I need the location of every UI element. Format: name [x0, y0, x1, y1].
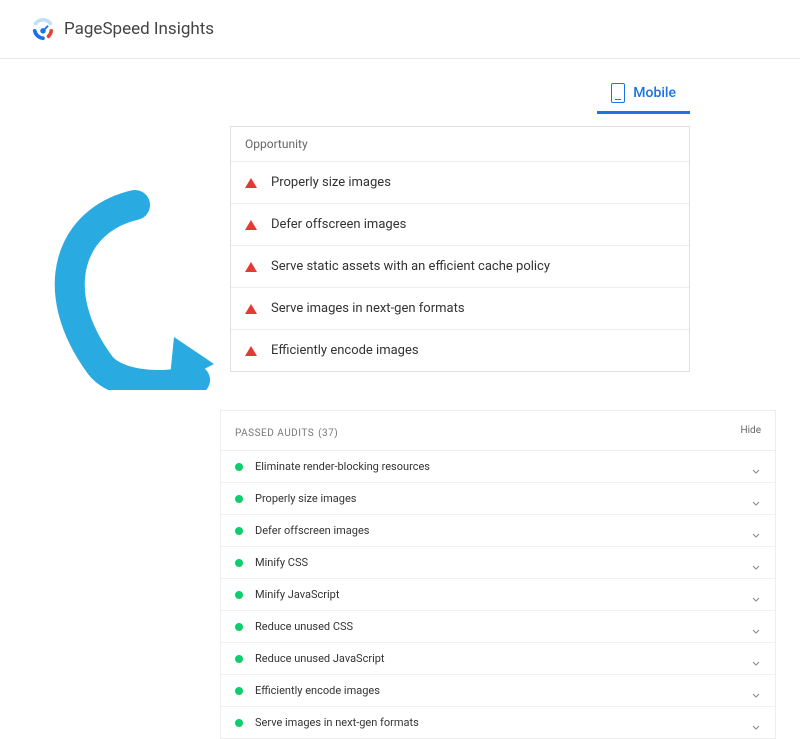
chevron-down-icon — [751, 654, 761, 664]
opportunity-label: Defer offscreen images — [271, 217, 406, 232]
passed-audits-title: PASSED AUDITS — [235, 428, 314, 439]
check-icon — [235, 687, 243, 695]
check-icon — [235, 623, 243, 631]
check-icon — [235, 463, 243, 471]
passed-audit-label: Minify CSS — [255, 556, 751, 569]
passed-audit-item[interactable]: Efficiently encode images — [221, 675, 775, 707]
page-title: PageSpeed Insights — [64, 19, 214, 39]
chevron-down-icon — [751, 590, 761, 600]
opportunity-item[interactable]: Properly size images — [231, 161, 689, 203]
passed-audit-item[interactable]: Reduce unused CSS — [221, 611, 775, 643]
passed-audit-item[interactable]: Minify CSS — [221, 547, 775, 579]
opportunity-item[interactable]: Defer offscreen images — [231, 203, 689, 245]
arrow-illustration-icon — [40, 190, 230, 390]
tab-row: Mobile — [0, 75, 800, 114]
opportunity-label: Serve static assets with an efficient ca… — [271, 259, 550, 274]
opportunity-item[interactable]: Serve static assets with an efficient ca… — [231, 245, 689, 287]
passed-audit-item[interactable]: Properly size images — [221, 483, 775, 515]
opportunity-label: Serve images in next-gen formats — [271, 301, 465, 316]
passed-audits-header: PASSED AUDITS (37) Hide — [221, 411, 775, 451]
warning-icon — [245, 304, 257, 314]
passed-audits-count: (37) — [318, 428, 338, 439]
pagespeed-logo-icon — [32, 18, 54, 40]
warning-icon — [245, 262, 257, 272]
opportunity-heading: Opportunity — [231, 127, 689, 161]
check-icon — [235, 495, 243, 503]
check-icon — [235, 655, 243, 663]
chevron-down-icon — [751, 718, 761, 728]
warning-icon — [245, 220, 257, 230]
hide-button[interactable]: Hide — [740, 425, 761, 436]
chevron-down-icon — [751, 462, 761, 472]
warning-icon — [245, 346, 257, 356]
opportunity-label: Properly size images — [271, 175, 391, 190]
warning-icon — [245, 178, 257, 188]
passed-audit-label: Eliminate render-blocking resources — [255, 460, 751, 473]
opportunity-panel: Opportunity Properly size images Defer o… — [230, 126, 690, 372]
check-icon — [235, 527, 243, 535]
check-icon — [235, 719, 243, 727]
passed-audit-item[interactable]: Eliminate render-blocking resources — [221, 451, 775, 483]
passed-audit-item[interactable]: Reduce unused JavaScript — [221, 643, 775, 675]
passed-audit-item[interactable]: Serve images in next-gen formats — [221, 707, 775, 738]
passed-audit-label: Efficiently encode images — [255, 684, 751, 697]
passed-audits-list: Eliminate render-blocking resources Prop… — [221, 451, 775, 738]
passed-audit-label: Defer offscreen images — [255, 524, 751, 537]
passed-audit-label: Properly size images — [255, 492, 751, 505]
passed-audit-label: Minify JavaScript — [255, 588, 751, 601]
chevron-down-icon — [751, 686, 761, 696]
passed-audit-label: Reduce unused JavaScript — [255, 652, 751, 665]
passed-audits-panel: PASSED AUDITS (37) Hide Eliminate render… — [220, 410, 776, 739]
header: PageSpeed Insights — [0, 0, 800, 59]
tab-label: Mobile — [633, 85, 676, 101]
passed-audit-item[interactable]: Defer offscreen images — [221, 515, 775, 547]
mobile-icon — [611, 83, 625, 103]
chevron-down-icon — [751, 494, 761, 504]
check-icon — [235, 559, 243, 567]
tab-mobile[interactable]: Mobile — [597, 75, 690, 114]
passed-audit-item[interactable]: Minify JavaScript — [221, 579, 775, 611]
chevron-down-icon — [751, 526, 761, 536]
opportunity-list: Properly size images Defer offscreen ima… — [231, 161, 689, 371]
chevron-down-icon — [751, 558, 761, 568]
opportunity-label: Efficiently encode images — [271, 343, 419, 358]
passed-audit-label: Serve images in next-gen formats — [255, 716, 751, 729]
opportunity-item[interactable]: Efficiently encode images — [231, 329, 689, 371]
check-icon — [235, 591, 243, 599]
passed-audit-label: Reduce unused CSS — [255, 620, 751, 633]
opportunity-item[interactable]: Serve images in next-gen formats — [231, 287, 689, 329]
chevron-down-icon — [751, 622, 761, 632]
